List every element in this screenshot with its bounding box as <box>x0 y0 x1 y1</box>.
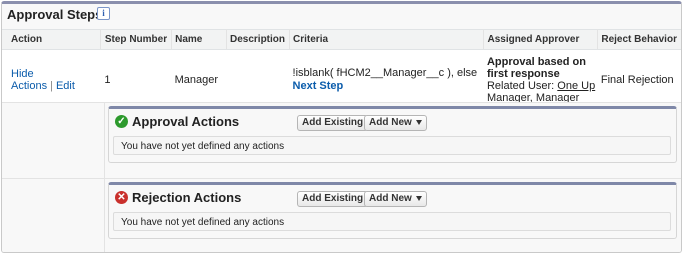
approval-add-existing-button[interactable]: Add Existing <box>297 115 369 131</box>
approval-actions-panel: ✓ Approval Actions Add Existing Add New … <box>108 106 677 163</box>
step-description-cell <box>226 49 290 109</box>
column-header-assigned-approver: Assigned Approver <box>483 29 599 50</box>
rejection-actions-empty-message: You have not yet defined any actions <box>113 212 671 231</box>
checkmark-icon: ✓ <box>115 115 128 128</box>
rejection-actions-panel: ✕ Rejection Actions Add Existing Add New… <box>108 182 677 239</box>
approval-actions-title: Approval Actions <box>132 114 240 129</box>
chevron-down-icon <box>415 195 422 201</box>
step-name-cell: Manager <box>171 49 227 109</box>
assigned-approver-cell: Approval based on first response Related… <box>483 49 598 109</box>
approval-steps-panel: Approval Steps i Action Step Number Name… <box>1 1 682 253</box>
edit-link[interactable]: Edit <box>56 80 75 92</box>
approval-steps-table: Action Step Number Name Description Crit… <box>2 29 681 109</box>
approval-actions-empty-message: You have not yet defined any actions <box>113 136 671 155</box>
approval-add-new-label: Add New <box>369 117 412 128</box>
action-separator: | <box>50 79 53 92</box>
column-header-name: Name <box>171 29 227 50</box>
step-number-cell: 1 <box>100 49 172 109</box>
section-title: Approval Steps <box>7 7 103 22</box>
column-header-criteria: Criteria <box>289 29 485 50</box>
table-header-row: Action Step Number Name Description Crit… <box>2 29 681 50</box>
error-icon: ✕ <box>115 191 128 204</box>
criteria-text: !isblank( fHCM2__Manager__c ), else <box>292 66 478 79</box>
row-divider <box>104 103 105 179</box>
column-header-reject-behavior: Reject Behavior <box>597 29 681 50</box>
chevron-down-icon <box>415 119 422 125</box>
rejection-add-new-button[interactable]: Add New <box>364 191 427 207</box>
approver-title: Approval based on first response <box>486 55 586 80</box>
approval-actions-row: ✓ Approval Actions Add Existing Add New … <box>2 102 681 179</box>
column-header-action: Action <box>2 29 101 50</box>
column-header-description: Description <box>226 29 291 50</box>
rejection-add-new-label: Add New <box>369 193 412 204</box>
hide-actions-link[interactable]: Hide Actions <box>11 68 47 92</box>
row-divider <box>104 179 105 252</box>
reject-behavior-cell: Final Rejection <box>597 49 681 109</box>
rejection-add-existing-button[interactable]: Add Existing <box>297 191 369 207</box>
approval-add-new-button[interactable]: Add New <box>364 115 427 131</box>
table-row: Hide Actions | Edit 1 Manager !isblank( fH… <box>2 49 681 109</box>
related-user-label: Related User: <box>486 79 555 92</box>
next-step-link[interactable]: Next Step <box>293 80 344 92</box>
info-icon[interactable]: i <box>97 7 110 20</box>
criteria-cell: !isblank( fHCM2__Manager__c ), else Next… <box>289 49 484 109</box>
column-header-step-number: Step Number <box>100 29 173 50</box>
rejection-actions-row: ✕ Rejection Actions Add Existing Add New… <box>2 178 681 252</box>
action-cell: Hide Actions | Edit <box>2 49 101 109</box>
rejection-actions-title: Rejection Actions <box>132 190 242 205</box>
